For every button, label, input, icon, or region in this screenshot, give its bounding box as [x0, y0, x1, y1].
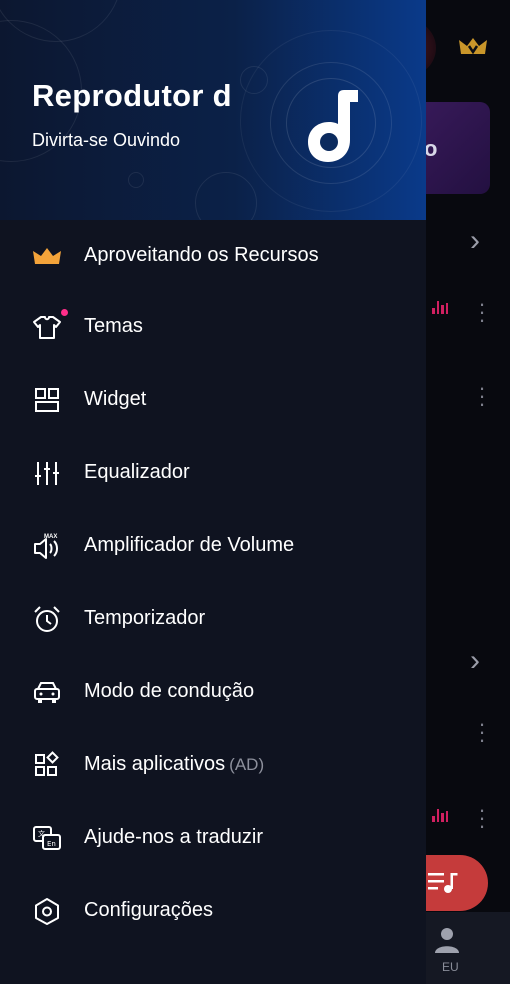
menu-item-label: Configurações — [84, 899, 213, 921]
menu-item-label: Mais aplicativos (AD) — [84, 753, 265, 775]
menu-item-label: Amplificador de Volume — [84, 534, 295, 556]
svg-text:文: 文 — [38, 829, 45, 838]
menu-item-label: Temas — [84, 315, 143, 337]
new-badge — [61, 309, 68, 316]
person-icon — [435, 928, 459, 953]
svg-text:En: En — [47, 840, 56, 848]
playing-bars-icon — [432, 300, 448, 314]
drawer-header: Reprodutor d Divirta-se Ouvindo — [0, 0, 426, 220]
queue-music-icon — [428, 873, 458, 893]
navigation-drawer: Reprodutor d Divirta-se Ouvindo Aproveit… — [0, 0, 426, 984]
premium-crown-icon[interactable] — [458, 36, 488, 58]
menu-item-widget[interactable]: Widget — [0, 370, 426, 430]
menu-item-themes[interactable]: Temas — [0, 297, 426, 357]
app-title: Reprodutor d — [32, 78, 232, 113]
translate-icon: 文 En — [33, 826, 61, 850]
more-options-icon[interactable]: · · · — [477, 377, 487, 415]
car-icon — [34, 682, 60, 703]
ad-tag: (AD) — [229, 755, 265, 774]
menu-item-label: Modo de condução — [84, 680, 255, 702]
chevron-right-icon[interactable]: › — [470, 224, 480, 258]
more-options-icon[interactable]: · · · — [477, 799, 487, 837]
playing-bars-icon — [432, 808, 448, 822]
menu-item-settings[interactable]: Configurações — [0, 881, 426, 941]
menu-item-driving-mode[interactable]: Modo de condução — [0, 662, 426, 722]
tshirt-icon — [33, 316, 61, 339]
menu-item-volume-booster[interactable]: MAX Amplificador de Volume — [0, 516, 426, 576]
background-card-text: o — [424, 136, 438, 161]
app-subtitle: Divirta-se Ouvindo — [32, 130, 181, 150]
widget-icon — [35, 388, 59, 412]
app-logo-icon — [308, 90, 358, 162]
settings-hex-icon — [35, 898, 59, 925]
menu-item-equalizer[interactable]: Equalizador — [0, 443, 426, 503]
menu-item-label: Temporizador — [84, 607, 206, 629]
more-options-icon[interactable]: · · · — [477, 293, 487, 331]
menu-item-more-apps[interactable]: Mais aplicativos (AD) — [0, 735, 426, 795]
more-options-icon[interactable]: · · · — [477, 713, 487, 751]
menu-item-features[interactable]: Aproveitando os Recursos — [0, 226, 426, 286]
menu-item-label: Ajude-nos a traduzir — [84, 826, 263, 848]
menu-item-label: Equalizador — [84, 461, 190, 483]
chevron-right-icon[interactable]: › — [470, 644, 480, 678]
volume-max-icon: MAX — [34, 534, 58, 559]
alarm-clock-icon — [34, 606, 60, 632]
menu-item-help-translate[interactable]: 文 En Ajude-nos a traduzir — [0, 808, 426, 868]
apps-icon — [35, 751, 59, 776]
menu-item-label: Aproveitando os Recursos — [84, 244, 319, 266]
equalizer-icon — [35, 462, 59, 485]
bottom-tab-me-label: EU — [442, 960, 459, 974]
menu-item-label: Widget — [84, 388, 147, 410]
crown-icon — [33, 248, 61, 264]
menu-item-timer[interactable]: Temporizador — [0, 589, 426, 649]
